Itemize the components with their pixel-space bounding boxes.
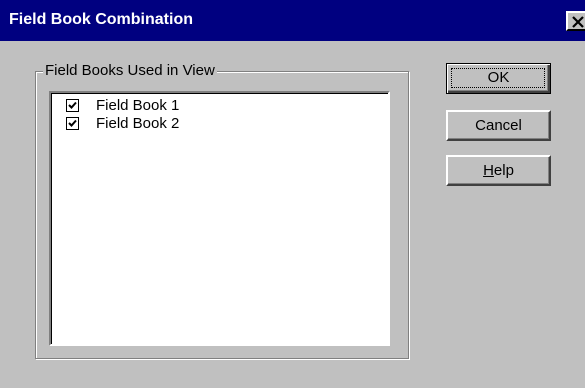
field-book-1-label: Field Book 1 [96,96,180,114]
field-book-1-checkbox[interactable] [66,98,79,112]
checkmark-icon [68,101,77,109]
list-item-field-book-2[interactable]: Field Book 2 [66,114,179,132]
field-book-2-label: Field Book 2 [96,114,180,132]
help-button-label: Help [483,162,514,179]
list-inner: Field Book 1 Field Book 2 [51,93,388,344]
list-item-field-book-1[interactable]: Field Book 1 [66,96,179,114]
field-book-combination-dialog: Field Book Combination Field Books Used … [0,0,585,388]
help-label-rest: elp [493,162,514,179]
ok-button[interactable]: OK [446,63,551,94]
close-icon [572,16,584,28]
ok-button-label: OK [487,69,510,86]
window-title: Field Book Combination [9,11,193,28]
help-mnemonic: H [483,162,494,179]
checkmark-icon [68,119,77,127]
title-bar[interactable]: Field Book Combination [0,0,585,41]
cancel-button[interactable]: Cancel [446,110,551,141]
close-button[interactable] [566,11,585,31]
group-label: Field Books Used in View [43,62,217,79]
cancel-button-label: Cancel [475,117,522,134]
help-button[interactable]: Help [446,155,551,186]
field-books-list[interactable]: Field Book 1 Field Book 2 [49,91,390,346]
field-book-2-checkbox[interactable] [66,116,79,130]
